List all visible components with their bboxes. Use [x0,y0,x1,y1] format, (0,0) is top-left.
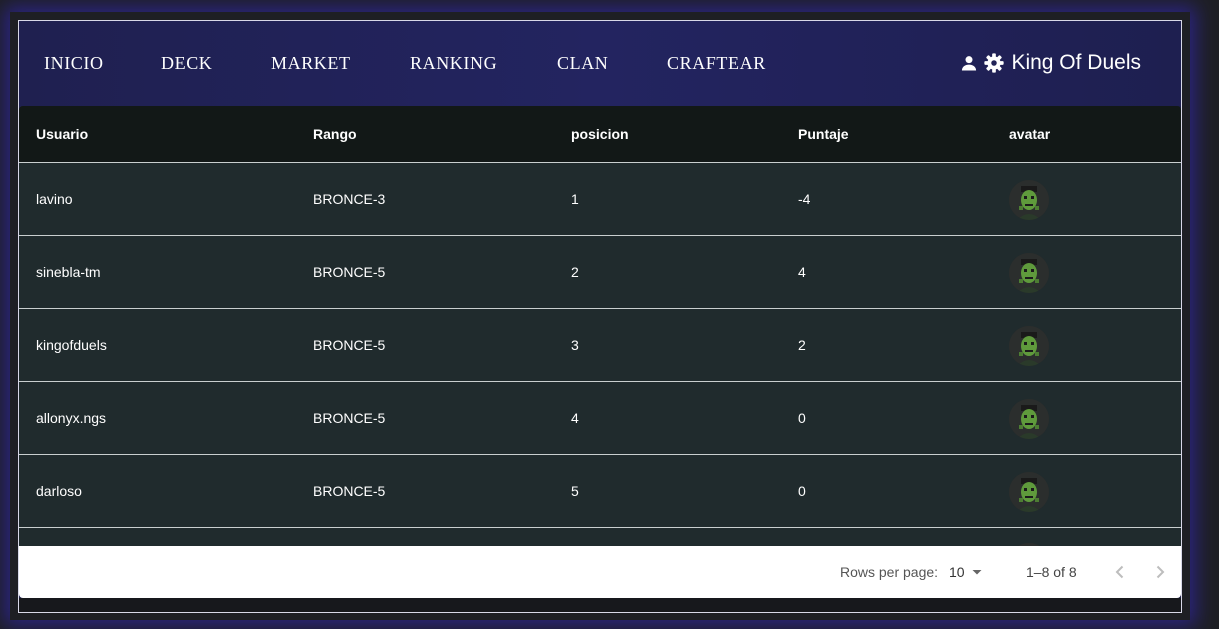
column-header-avatar[interactable]: avatar [1009,126,1050,142]
chevron-left-icon [1108,560,1132,584]
gear-icon[interactable] [983,52,1005,74]
cell-posicion: 5 [571,483,579,499]
cell-usuario: sinebla-tm [36,264,101,280]
cell-rango: BRONCE-5 [313,337,386,353]
column-header-posicion[interactable]: posicion [571,126,629,142]
next-page-button[interactable] [1148,560,1172,584]
bottom-strip [19,598,1181,612]
cell-usuario: kingofduels [36,337,107,353]
app-frame: INICIO DECK MARKET RANKING CLAN CRAFTEAR [18,20,1182,613]
cell-posicion: 4 [571,410,579,426]
avatar [1009,326,1049,366]
table-row[interactable]: lavino BRONCE-3 1 -4 [19,163,1181,236]
chevron-right-icon [1148,560,1172,584]
cell-puntaje: 2 [798,337,806,353]
cell-rango: BRONCE-3 [313,191,386,207]
ranking-table: Usuario Rango posicion Puntaje avatar la… [19,106,1181,546]
rows-per-page-value: 10 [949,564,965,580]
person-icon[interactable] [959,53,979,73]
nav-item-ranking[interactable]: RANKING [410,53,497,74]
cell-puntaje: 0 [798,410,806,426]
avatar [1009,180,1049,220]
column-header-usuario[interactable]: Usuario [36,126,88,142]
table-pagination: Rows per page: 10 1–8 of 8 [19,546,1181,598]
table-row-partial [19,528,1181,546]
cell-usuario: darloso [36,483,82,499]
nav-item-clan[interactable]: CLAN [557,53,608,74]
table-header: Usuario Rango posicion Puntaje avatar [19,106,1181,163]
nav-item-inicio[interactable]: INICIO [44,53,104,74]
pagination-range: 1–8 of 8 [1026,564,1077,580]
column-header-rango[interactable]: Rango [313,126,357,142]
top-nav: INICIO DECK MARKET RANKING CLAN CRAFTEAR [19,21,1181,106]
avatar [1009,399,1049,439]
cell-posicion: 3 [571,337,579,353]
rows-per-page-label: Rows per page: [840,564,939,580]
previous-page-button[interactable] [1108,560,1132,584]
nav-item-market[interactable]: MARKET [271,53,351,74]
cell-rango: BRONCE-5 [313,264,386,280]
cell-rango: BRONCE-5 [313,483,386,499]
nav-item-craftear[interactable]: CRAFTEAR [667,53,766,74]
cell-posicion: 2 [571,264,579,280]
rows-per-page-select[interactable]: 10 [949,560,983,584]
user-menu: King Of Duels [959,50,1141,76]
table-row[interactable]: darloso BRONCE-5 5 0 [19,455,1181,528]
cell-puntaje: -4 [798,191,811,207]
avatar [1009,253,1049,293]
caret-down-icon [971,566,983,578]
username[interactable]: King Of Duels [1011,51,1141,75]
nav-item-deck[interactable]: DECK [161,53,212,74]
cell-posicion: 1 [571,191,579,207]
cell-puntaje: 4 [798,264,806,280]
cell-usuario: allonyx.ngs [36,410,107,426]
cell-puntaje: 0 [798,483,806,499]
cell-usuario: lavino [36,191,73,207]
cell-rango: BRONCE-5 [313,410,386,426]
table-row[interactable]: sinebla-tm BRONCE-5 2 4 [19,236,1181,309]
table-row[interactable]: kingofduels BRONCE-5 3 2 [19,309,1181,382]
column-header-puntaje[interactable]: Puntaje [798,126,849,142]
table-row[interactable]: allonyx.ngs BRONCE-5 4 0 [19,382,1181,455]
avatar [1009,472,1049,512]
